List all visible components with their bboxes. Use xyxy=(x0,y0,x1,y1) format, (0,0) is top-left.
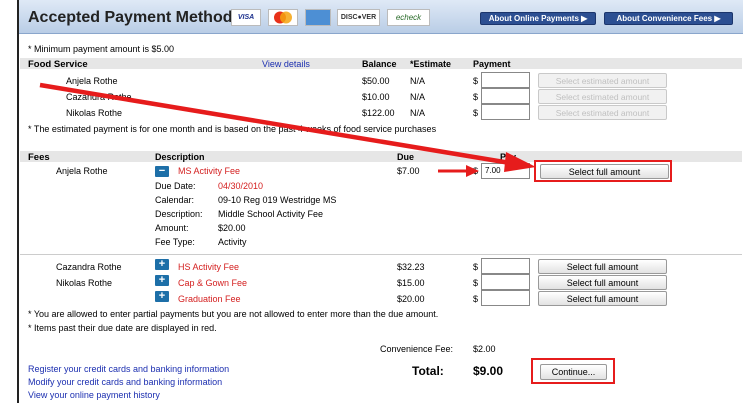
annotation-arrows xyxy=(39,82,536,177)
arrow-head xyxy=(504,152,536,172)
arrow-line xyxy=(39,82,511,166)
arrow-head xyxy=(466,165,479,177)
